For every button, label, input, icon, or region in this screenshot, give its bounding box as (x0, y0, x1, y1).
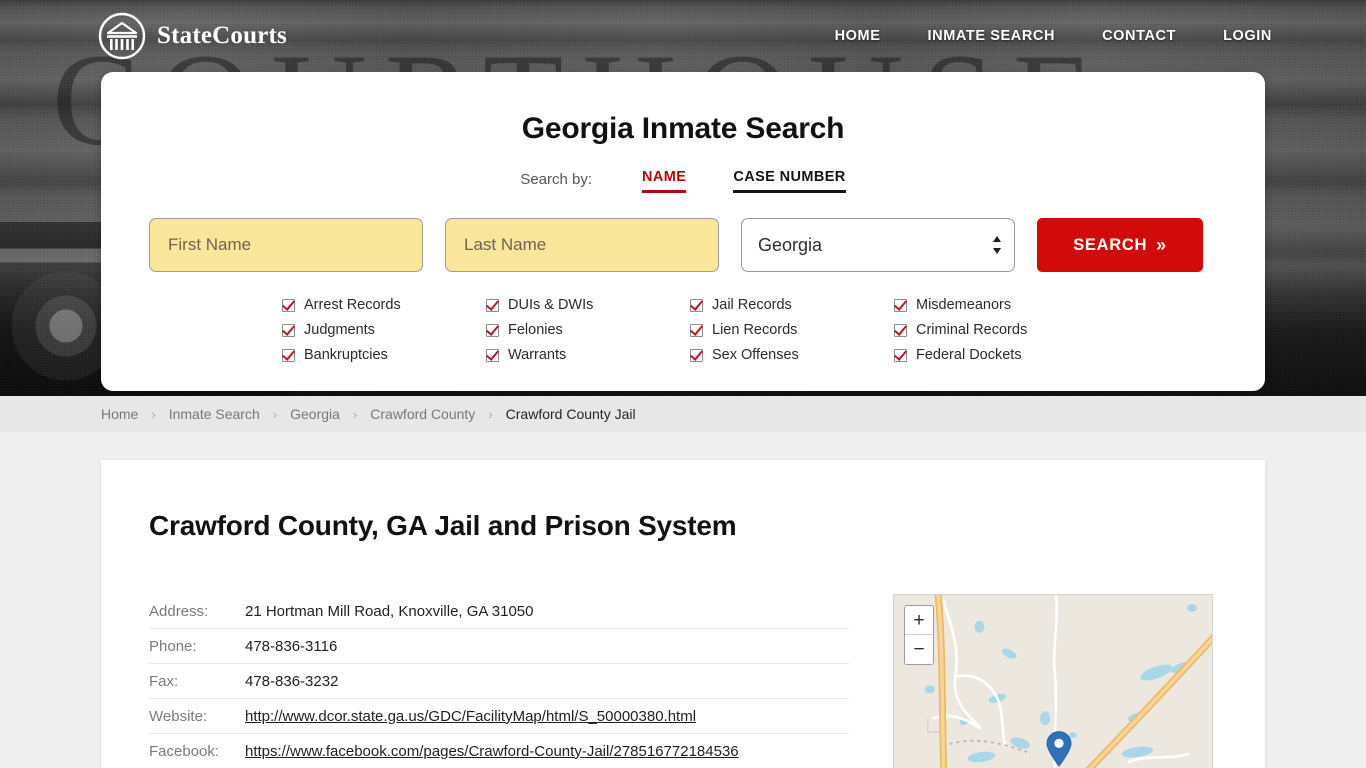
table-row: Website: http://www.dcor.state.ga.us/GDC… (149, 699, 849, 734)
search-card-title: Georgia Inmate Search (521, 112, 845, 145)
top-bar: StateCourts HOME INMATE SEARCH CONTACT L… (0, 0, 1366, 72)
table-row: Address: 21 Hortman Mill Road, Knoxville… (149, 594, 849, 629)
search-button[interactable]: SEARCH » (1037, 218, 1203, 272)
breadcrumb-item-home[interactable]: Home (101, 406, 138, 422)
checkbox-judgments[interactable]: Judgments (282, 322, 486, 338)
checkbox-bankruptcies[interactable]: Bankruptcies (282, 347, 486, 363)
checkbox-duis-dwis[interactable]: DUIs & DWIs (486, 297, 690, 313)
checkbox-checked-icon (894, 298, 907, 312)
breadcrumb-bar: Home › Inmate Search › Georgia › Crawfor… (0, 396, 1366, 432)
brand-name: StateCourts (157, 22, 287, 49)
checkbox-sex-offenses[interactable]: Sex Offenses (690, 347, 894, 363)
breadcrumb-item-crawford-county[interactable]: Crawford County (370, 406, 475, 422)
record-type-checkbox-grid: Arrest Records DUIs & DWIs Jail Records … (101, 297, 1265, 363)
table-row: Fax: 478-836-3232 (149, 664, 849, 699)
detail-value-fax: 478-836-3232 (245, 672, 339, 690)
checkbox-label: Lien Records (712, 322, 798, 338)
breadcrumb-separator-icon: › (272, 406, 278, 422)
facebook-link[interactable]: https://www.facebook.com/pages/Crawford-… (245, 743, 739, 760)
checkbox-checked-icon (690, 348, 703, 362)
checkbox-label: Bankruptcies (304, 347, 388, 363)
facility-content-card: Crawford County, GA Jail and Prison Syst… (101, 460, 1265, 768)
checkbox-checked-icon (282, 323, 295, 337)
facility-info-section: Address: 21 Hortman Mill Road, Knoxville… (149, 594, 1217, 768)
table-row: Phone: 478-836-3116 (149, 629, 849, 664)
courthouse-circle-icon (98, 12, 146, 60)
checkbox-label: Jail Records (712, 297, 792, 313)
checkbox-checked-icon (894, 323, 907, 337)
double-chevron-right-icon: » (1156, 235, 1167, 255)
nav-item-inmate-search[interactable]: INMATE SEARCH (928, 28, 1056, 44)
inmate-search-card: Georgia Inmate Search Search by: NAME CA… (101, 72, 1265, 391)
map-zoom-out-button[interactable]: − (905, 635, 933, 664)
checkbox-label: Misdemeanors (916, 297, 1012, 313)
checkbox-arrest-records[interactable]: Arrest Records (282, 297, 486, 313)
breadcrumb-separator-icon: › (488, 406, 493, 422)
detail-value-facebook: https://www.facebook.com/pages/Crawford-… (245, 743, 739, 760)
nav-item-login[interactable]: LOGIN (1223, 28, 1272, 44)
facility-location-map[interactable]: + − (893, 594, 1213, 768)
checkbox-checked-icon (486, 323, 499, 337)
checkbox-label: Warrants (508, 347, 567, 363)
detail-value-website: http://www.dcor.state.ga.us/GDC/Facility… (245, 708, 696, 725)
search-by-label: Search by: (520, 171, 593, 188)
breadcrumb-item-current: Crawford County Jail (505, 406, 636, 422)
checkbox-federal-dockets[interactable]: Federal Dockets (894, 347, 1098, 363)
brand-logo-link[interactable]: StateCourts (98, 12, 287, 60)
tab-name[interactable]: NAME (642, 169, 687, 193)
state-select[interactable]: Georgia (741, 218, 1015, 272)
breadcrumb: Home › Inmate Search › Georgia › Crawfor… (101, 406, 636, 422)
checkbox-checked-icon (282, 348, 295, 362)
checkbox-label: Sex Offenses (712, 347, 799, 363)
last-name-input[interactable] (445, 218, 719, 272)
breadcrumb-separator-icon: › (352, 406, 358, 422)
website-link[interactable]: http://www.dcor.state.ga.us/GDC/Facility… (245, 708, 696, 725)
detail-value-phone: 478-836-3116 (245, 637, 338, 655)
search-button-label: SEARCH (1073, 235, 1148, 254)
detail-label-fax: Fax: (149, 672, 179, 690)
nav-item-contact[interactable]: CONTACT (1102, 28, 1176, 44)
breadcrumb-separator-icon: › (151, 406, 156, 422)
checkbox-checked-icon (486, 298, 499, 312)
search-by-tabs: Search by: NAME CASE NUMBER (101, 169, 1265, 193)
nav-item-home[interactable]: HOME (835, 28, 881, 44)
hero-banner: COURTHOUSE StateCourts HOME INMATE S (0, 0, 1366, 396)
checkbox-label: Felonies (508, 322, 563, 338)
facility-details-table: Address: 21 Hortman Mill Road, Knoxville… (149, 594, 849, 768)
checkbox-criminal-records[interactable]: Criminal Records (894, 322, 1098, 338)
detail-label-phone: Phone: (149, 637, 197, 655)
detail-label-address: Address: (149, 603, 209, 620)
detail-label-facebook: Facebook: (149, 742, 220, 760)
main-navigation: HOME INMATE SEARCH CONTACT LOGIN (835, 28, 1272, 44)
checkbox-misdemeanors[interactable]: Misdemeanors (894, 297, 1098, 313)
checkbox-label: DUIs & DWIs (508, 297, 594, 313)
detail-label-website: Website: (149, 707, 208, 725)
checkbox-lien-records[interactable]: Lien Records (690, 322, 894, 338)
breadcrumb-item-inmate-search[interactable]: Inmate Search (169, 406, 260, 422)
search-form-row: Georgia SEARCH » (101, 218, 1265, 272)
checkbox-label: Federal Dockets (916, 347, 1022, 363)
first-name-input[interactable] (149, 218, 423, 272)
checkbox-warrants[interactable]: Warrants (486, 347, 690, 363)
page-title: Crawford County, GA Jail and Prison Syst… (149, 510, 737, 541)
tab-case-number[interactable]: CASE NUMBER (733, 169, 846, 193)
checkbox-felonies[interactable]: Felonies (486, 322, 690, 338)
checkbox-checked-icon (690, 298, 703, 312)
checkbox-checked-icon (690, 323, 703, 337)
breadcrumb-item-georgia[interactable]: Georgia (290, 406, 340, 422)
checkbox-label: Arrest Records (304, 297, 401, 313)
checkbox-checked-icon (282, 298, 295, 312)
checkbox-jail-records[interactable]: Jail Records (690, 297, 894, 313)
table-row: Facebook: https://www.facebook.com/pages… (149, 734, 849, 768)
state-select-wrapper: Georgia (741, 218, 1015, 272)
checkbox-label: Judgments (304, 322, 375, 338)
detail-value-address: 21 Hortman Mill Road, Knoxville, GA 3105… (245, 603, 534, 620)
map-zoom-in-button[interactable]: + (905, 606, 933, 635)
map-location-marker-icon[interactable] (1046, 731, 1072, 768)
checkbox-checked-icon (486, 348, 499, 362)
map-zoom-controls[interactable]: + − (904, 605, 934, 665)
checkbox-label: Criminal Records (916, 322, 1028, 338)
checkbox-checked-icon (894, 348, 907, 362)
